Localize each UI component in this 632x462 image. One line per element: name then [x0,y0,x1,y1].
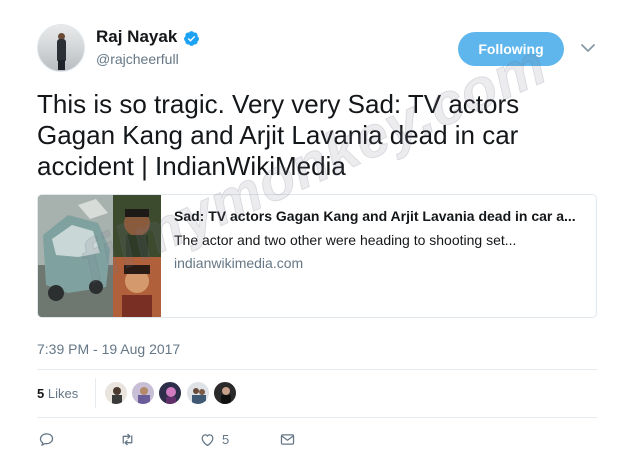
envelope-icon [280,433,295,445]
divider-bottom [37,417,597,418]
likes-label: Likes [47,386,79,401]
card-thumbnail [38,195,161,317]
author-avatar[interactable] [37,24,85,72]
divider-top [37,369,597,370]
tweet-text: This is so tragic. Very very Sad: TV act… [37,89,520,181]
tweet-timestamp[interactable]: 7:39 PM - 19 Aug 2017 [37,341,180,357]
chevron-down-icon[interactable] [580,42,596,54]
author-display-name[interactable]: Raj Nayak [96,27,177,47]
card-description: The actor and two other were heading to … [174,232,517,248]
heart-icon [201,433,214,446]
reply-button[interactable] [38,430,55,448]
link-preview-card[interactable]: Sad: TV actors Gagan Kang and Arjit Lava… [37,194,597,318]
avatar-figure-body [57,39,66,61]
card-title: Sad: TV actors Gagan Kang and Arjit Lava… [174,208,576,224]
liker-avatar[interactable] [131,381,155,405]
like-count: 5 [222,431,230,447]
author-handle[interactable]: @rajcheerfull [96,51,179,67]
card-domain: indianwikimedia.com [174,255,304,271]
like-button[interactable]: 5 [199,430,229,448]
likes-count[interactable]: 5 Likes [37,386,78,401]
retweet-icon [122,433,133,445]
liker-avatar[interactable] [104,381,128,405]
retweet-button[interactable] [118,430,137,448]
liker-avatar[interactable] [158,381,182,405]
likes-separator [95,378,96,408]
direct-message-button[interactable] [279,430,296,448]
reply-icon [39,432,54,446]
card-thumbnail-image [38,195,161,317]
avatar-figure-legs [58,60,65,70]
likes-number: 5 [37,386,45,401]
liker-avatar[interactable] [186,381,210,405]
liker-avatar[interactable] [213,381,237,405]
following-button[interactable]: Following [458,32,564,66]
verified-badge-icon [184,31,199,46]
